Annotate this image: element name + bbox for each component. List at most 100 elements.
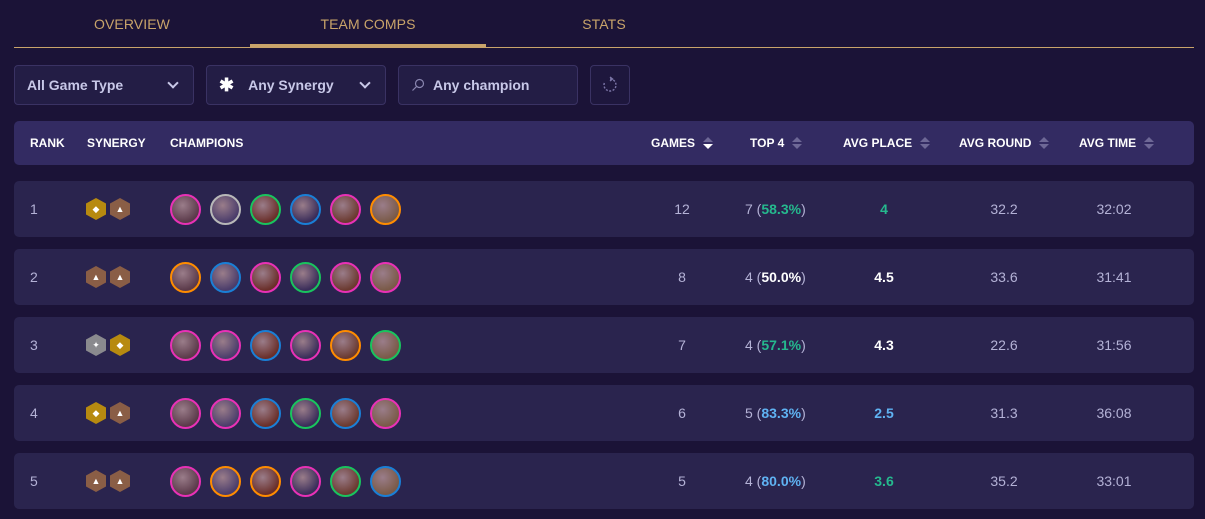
table-row[interactable]: 3 ✦ ◆ 7 4 (57.1%) 4.3 22.6 31:56 [14, 317, 1194, 373]
reset-button[interactable] [590, 65, 630, 105]
champion-avatar[interactable] [250, 465, 281, 497]
champion-avatar[interactable] [210, 193, 241, 225]
avg-place-value: 3.6 [874, 473, 894, 489]
sort-icon [920, 137, 931, 149]
champion-avatar[interactable] [290, 261, 321, 293]
avg-round-value: 31.3 [990, 405, 1018, 421]
rank-value: 1 [30, 201, 38, 217]
champion-avatar[interactable] [290, 465, 321, 497]
top4-percent: 50.0% [761, 269, 802, 285]
header-games[interactable]: GAMES [651, 136, 714, 150]
rank-value: 3 [30, 337, 38, 353]
games-value: 5 [678, 473, 686, 489]
champion-avatar[interactable] [210, 397, 241, 429]
champion-avatar[interactable] [290, 397, 321, 429]
top4-percent: 83.3% [761, 405, 802, 421]
champion-search-input[interactable]: Any champion [398, 65, 578, 105]
champion-avatar[interactable] [330, 261, 361, 293]
top4-value: 7 (58.3%) [745, 201, 806, 217]
table-row[interactable]: 1 ◆ ▲ 12 7 (58.3%) 4 32.2 32:02 [14, 181, 1194, 237]
header-top4[interactable]: TOP 4 [750, 136, 803, 150]
synergy-trait-icon[interactable]: ▲ [86, 470, 106, 492]
avg-round-value: 32.2 [990, 201, 1018, 217]
header-avg-place[interactable]: AVG PLACE [843, 136, 931, 150]
synergy-trait-icon[interactable]: ✦ [86, 334, 106, 356]
champion-avatar[interactable] [210, 329, 241, 361]
avg-place-value: 4 [880, 201, 888, 217]
champion-avatar[interactable] [290, 329, 321, 361]
rank-value: 5 [30, 473, 38, 489]
avg-round-value: 33.6 [990, 269, 1018, 285]
header-synergy: SYNERGY [87, 136, 146, 150]
champion-avatar[interactable] [290, 193, 321, 225]
champion-avatar[interactable] [330, 193, 361, 225]
champion-search-placeholder: Any champion [433, 77, 530, 93]
champion-avatar[interactable] [330, 329, 361, 361]
champion-avatar[interactable] [370, 465, 401, 497]
synergy-icon: ✱ [219, 75, 235, 95]
synergy-trait-icon[interactable]: ▲ [86, 266, 106, 288]
top4-value: 5 (83.3%) [745, 405, 806, 421]
refresh-icon [603, 76, 617, 92]
champion-avatar[interactable] [170, 261, 201, 293]
header-rank: RANK [30, 136, 65, 150]
games-value: 12 [674, 201, 690, 217]
champion-avatar[interactable] [250, 261, 281, 293]
chevron-down-icon [167, 77, 179, 89]
synergy-trait-icon[interactable]: ▲ [110, 470, 130, 492]
synergy-list: ◆ ▲ [86, 181, 130, 237]
table-row[interactable]: 5 ▲ ▲ 5 4 (80.0%) 3.6 35.2 33:01 [14, 453, 1194, 509]
table-header: RANK SYNERGY CHAMPIONS GAMES TOP 4 AVG P… [14, 121, 1194, 165]
champion-avatar[interactable] [370, 261, 401, 293]
champion-list [170, 249, 401, 305]
synergy-trait-icon[interactable]: ▲ [110, 266, 130, 288]
tab-team-comps[interactable]: TEAM COMPS [250, 0, 486, 48]
top4-percent: 57.1% [761, 337, 802, 353]
avg-place-value: 4.5 [874, 269, 894, 285]
tab-stats[interactable]: STATS [486, 0, 722, 47]
synergy-trait-icon[interactable]: ◆ [86, 402, 106, 424]
champion-avatar[interactable] [250, 193, 281, 225]
sort-icon [703, 137, 714, 149]
tab-overview[interactable]: OVERVIEW [14, 0, 250, 47]
champion-avatar[interactable] [170, 329, 201, 361]
synergy-list: ◆ ▲ [86, 385, 130, 441]
top4-percent: 80.0% [761, 473, 802, 489]
champion-avatar[interactable] [250, 397, 281, 429]
table-row[interactable]: 2 ▲ ▲ 8 4 (50.0%) 4.5 33.6 31:41 [14, 249, 1194, 305]
champion-avatar[interactable] [210, 465, 241, 497]
synergy-dropdown[interactable]: ✱ Any Synergy [206, 65, 386, 105]
avg-time-value: 36:08 [1096, 405, 1132, 421]
champion-avatar[interactable] [370, 397, 401, 429]
champion-avatar[interactable] [250, 329, 281, 361]
games-value: 7 [678, 337, 686, 353]
synergy-value: Any Synergy [248, 77, 334, 93]
champion-list [170, 317, 401, 373]
top4-value: 4 (50.0%) [745, 269, 806, 285]
champion-avatar[interactable] [170, 193, 201, 225]
synergy-list: ▲ ▲ [86, 249, 130, 305]
champion-avatar[interactable] [330, 397, 361, 429]
synergy-trait-icon[interactable]: ▲ [110, 198, 130, 220]
champion-avatar[interactable] [210, 261, 241, 293]
header-avg-round[interactable]: AVG ROUND [959, 136, 1050, 150]
avg-place-value: 4.3 [874, 337, 894, 353]
synergy-list: ▲ ▲ [86, 453, 130, 509]
champion-avatar[interactable] [370, 329, 401, 361]
header-avg-time[interactable]: AVG TIME [1079, 136, 1155, 150]
synergy-trait-icon[interactable]: ▲ [110, 402, 130, 424]
rank-value: 4 [30, 405, 38, 421]
game-type-value: All Game Type [27, 77, 124, 93]
champion-avatar[interactable] [170, 465, 201, 497]
champion-avatar[interactable] [170, 397, 201, 429]
table-row[interactable]: 4 ◆ ▲ 6 5 (83.3%) 2.5 31.3 36:08 [14, 385, 1194, 441]
synergy-trait-icon[interactable]: ◆ [86, 198, 106, 220]
sort-icon [792, 137, 803, 149]
champion-avatar[interactable] [370, 193, 401, 225]
avg-time-value: 32:02 [1096, 201, 1132, 217]
header-champions: CHAMPIONS [170, 136, 244, 150]
game-type-dropdown[interactable]: All Game Type [14, 65, 194, 105]
synergy-trait-icon[interactable]: ◆ [110, 334, 130, 356]
champion-avatar[interactable] [330, 465, 361, 497]
avg-time-value: 33:01 [1096, 473, 1132, 489]
